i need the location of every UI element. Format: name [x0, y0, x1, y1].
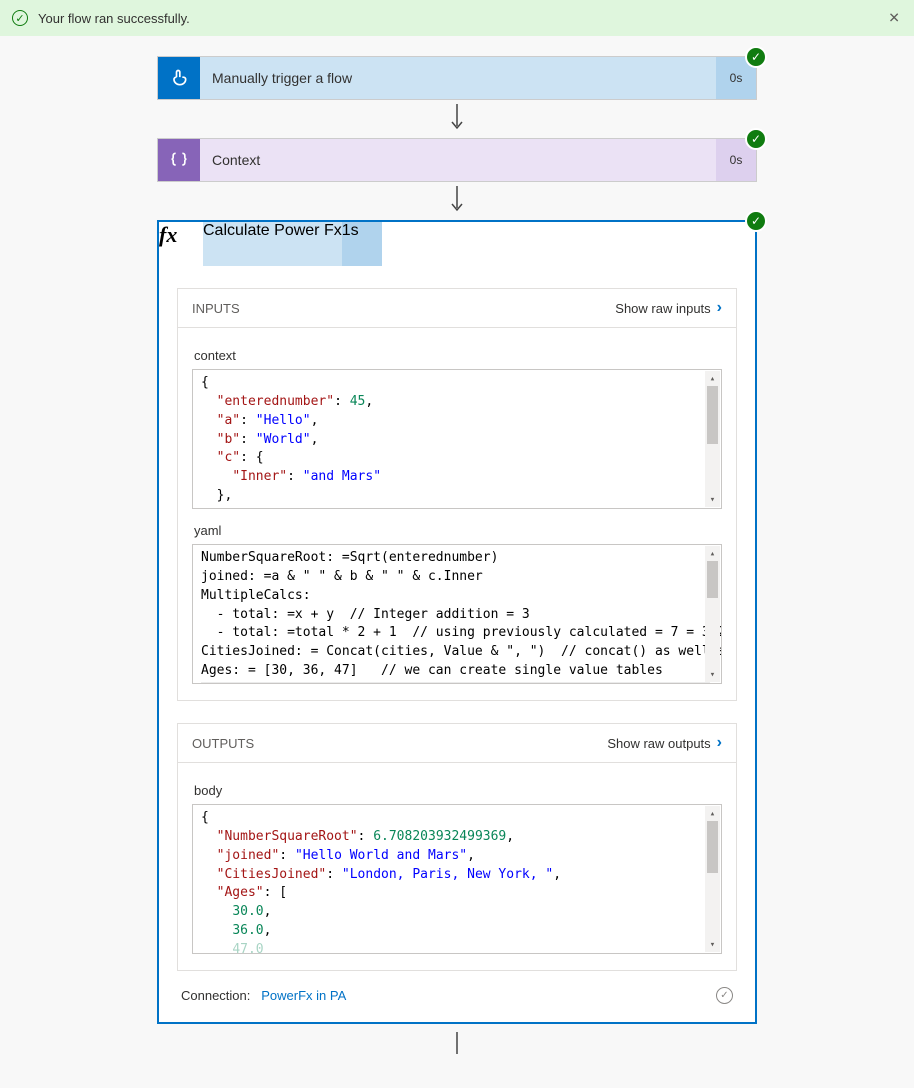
check-circle-icon: ✓ — [716, 987, 733, 1004]
inputs-section: INPUTS Show raw inputs › context { "ente… — [177, 288, 737, 701]
body-label: body — [194, 783, 720, 798]
yaml-text: NumberSquareRoot: =Sqrt(enterednumber) j… — [193, 545, 721, 684]
yaml-code-box[interactable]: NumberSquareRoot: =Sqrt(enterednumber) j… — [192, 544, 722, 684]
success-badge-icon: ✓ — [745, 46, 767, 68]
scroll-up-icon[interactable]: ▴ — [705, 546, 720, 561]
scrollbar[interactable]: ▴ ▾ — [705, 806, 720, 952]
scroll-down-icon[interactable]: ▾ — [705, 492, 720, 507]
inputs-heading: INPUTS — [192, 301, 240, 316]
fx-icon: fx — [159, 222, 203, 266]
chevron-right-icon: › — [717, 734, 722, 752]
node-context[interactable]: Context 0s — [157, 138, 757, 182]
node-trigger-title: Manually trigger a flow — [200, 57, 716, 99]
braces-icon — [158, 139, 200, 181]
scroll-up-icon[interactable]: ▴ — [705, 806, 720, 821]
outputs-section: OUTPUTS Show raw outputs › body { "Numbe… — [177, 723, 737, 971]
node-fx-title: Calculate Power Fx — [203, 222, 342, 266]
context-code-box[interactable]: { "enterednumber": 45, "a": "Hello", "b"… — [192, 369, 722, 509]
success-badge-icon: ✓ — [745, 128, 767, 150]
connection-link[interactable]: PowerFx in PA — [261, 988, 346, 1003]
connector-arrow — [448, 182, 466, 220]
scroll-up-icon[interactable]: ▴ — [705, 371, 720, 386]
connection-row: Connection: PowerFx in PA ✓ — [181, 987, 733, 1004]
outputs-heading: OUTPUTS — [192, 736, 254, 751]
check-circle-icon: ✓ — [12, 10, 28, 26]
node-calculate-powerfx[interactable]: fx Calculate Power Fx 1s INPUTS Show raw… — [157, 220, 757, 1024]
body-json: { "NumberSquareRoot": 6.708203932499369,… — [193, 805, 721, 954]
node-trigger[interactable]: Manually trigger a flow 0s — [157, 56, 757, 100]
body-code-box[interactable]: { "NumberSquareRoot": 6.708203932499369,… — [192, 804, 722, 954]
scrollbar[interactable]: ▴ ▾ — [705, 546, 720, 682]
show-raw-outputs-link[interactable]: Show raw outputs › — [607, 734, 722, 752]
node-fx-duration: 1s — [342, 222, 382, 266]
scroll-down-icon[interactable]: ▾ — [705, 667, 720, 682]
hand-tap-icon — [158, 57, 200, 99]
close-icon[interactable]: ✕ — [888, 10, 900, 27]
context-json: { "enterednumber": 45, "a": "Hello", "b"… — [193, 370, 721, 509]
success-badge-icon: ✓ — [745, 210, 767, 232]
connector-arrow — [448, 1024, 466, 1062]
connector-arrow — [448, 100, 466, 138]
scroll-down-icon[interactable]: ▾ — [705, 937, 720, 952]
yaml-label: yaml — [194, 523, 720, 538]
context-label: context — [194, 348, 720, 363]
chevron-right-icon: › — [717, 299, 722, 317]
success-banner: ✓ Your flow ran successfully. ✕ — [0, 0, 914, 36]
connection-label: Connection: — [181, 988, 250, 1003]
show-raw-inputs-link[interactable]: Show raw inputs › — [615, 299, 722, 317]
flow-canvas: Manually trigger a flow 0s ✓ Context 0s … — [0, 36, 914, 1082]
scrollbar[interactable]: ▴ ▾ — [705, 371, 720, 507]
banner-text: Your flow ran successfully. — [38, 11, 190, 26]
node-context-title: Context — [200, 139, 716, 181]
